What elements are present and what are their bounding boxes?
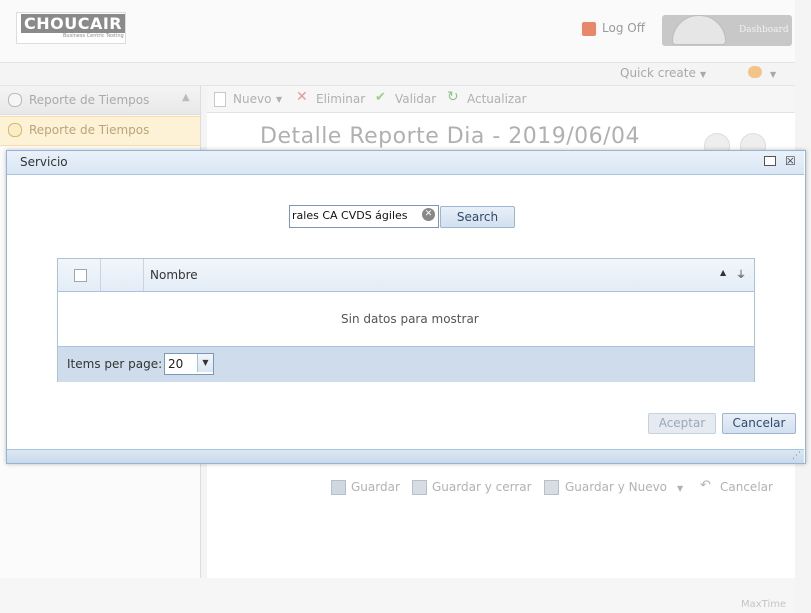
- page-title: Detalle Reporte Dia - 2019/06/04: [260, 124, 641, 149]
- logoff-icon[interactable]: [582, 22, 596, 36]
- sort-icon[interactable]: ▲: [720, 268, 726, 277]
- close-icon[interactable]: ☒: [785, 154, 796, 168]
- brand-name: CHOUCAIR: [21, 14, 126, 33]
- column-header-nombre[interactable]: Nombre: [150, 268, 198, 282]
- quick-create-menu[interactable]: Quick create: [620, 66, 696, 80]
- save-icon: [331, 480, 346, 495]
- validate-button[interactable]: Validar: [395, 92, 436, 106]
- column-divider: [100, 259, 101, 291]
- check-icon: ✔: [375, 90, 386, 105]
- chevron-down-icon[interactable]: ▼: [197, 354, 213, 372]
- chevron-down-icon[interactable]: ▼: [276, 95, 282, 104]
- dialog-statusbar: [7, 449, 804, 463]
- refresh-icon: ↻: [447, 89, 459, 105]
- dashboard-button[interactable]: Dashboard: [662, 15, 792, 46]
- pager-label: Items per page:: [67, 357, 163, 371]
- save-close-button[interactable]: Guardar y cerrar: [432, 480, 532, 494]
- cancel-form-button[interactable]: Cancelar: [720, 480, 773, 494]
- maximize-icon[interactable]: [764, 156, 776, 166]
- dialog-titlebar[interactable]: [7, 151, 804, 175]
- delete-button[interactable]: Eliminar: [316, 92, 365, 106]
- resize-handle-icon[interactable]: ⋰: [792, 451, 801, 461]
- clock-icon: [8, 93, 22, 107]
- undo-icon: ↶: [700, 478, 711, 493]
- brand-tagline: Business Centric Testing: [63, 33, 124, 39]
- delete-icon: ✕: [296, 89, 308, 105]
- sidebar-item-label: Reporte de Tiempos: [29, 123, 150, 137]
- help-icon[interactable]: [748, 66, 762, 78]
- save-new-button[interactable]: Guardar y Nuevo: [565, 480, 667, 494]
- dialog-title: Servicio: [20, 155, 68, 169]
- search-button[interactable]: Search: [440, 206, 515, 228]
- column-divider: [143, 259, 144, 291]
- chevron-down-icon[interactable]: ▼: [700, 70, 706, 79]
- save-close-icon: [412, 480, 427, 495]
- footer-bar: [0, 578, 795, 613]
- cancel-button[interactable]: Cancelar: [722, 413, 796, 434]
- chevron-down-icon[interactable]: ▼: [770, 70, 776, 79]
- search-input-value[interactable]: rales CA CVDS ágiles: [292, 209, 408, 222]
- brand-logo: CHOUCAIR Business Centric Testing: [16, 12, 126, 44]
- collapse-icon[interactable]: ▲: [182, 92, 190, 103]
- grid-pager: [58, 346, 754, 382]
- page-size-value[interactable]: 20: [168, 357, 183, 371]
- logoff-link[interactable]: Log Off: [602, 21, 645, 35]
- refresh-button[interactable]: Actualizar: [467, 92, 527, 106]
- clear-icon[interactable]: ✕: [422, 208, 435, 221]
- accept-button[interactable]: Aceptar: [648, 413, 716, 434]
- new-button[interactable]: Nuevo: [233, 92, 271, 106]
- empty-message: Sin datos para mostrar: [341, 312, 479, 326]
- new-icon: [214, 92, 226, 107]
- filter-icon[interactable]: ⏚: [736, 266, 746, 281]
- select-all-checkbox[interactable]: [74, 269, 87, 282]
- chevron-down-icon[interactable]: ▼: [677, 484, 683, 493]
- dashboard-label: Dashboard: [739, 25, 789, 35]
- save-button[interactable]: Guardar: [351, 480, 400, 494]
- left-panel-title: Reporte de Tiempos: [29, 93, 150, 107]
- clock-icon: [8, 123, 22, 137]
- save-new-icon: [544, 480, 559, 495]
- footer-brand: MaxTime: [741, 599, 787, 610]
- dashboard-gauge-icon: [672, 15, 726, 45]
